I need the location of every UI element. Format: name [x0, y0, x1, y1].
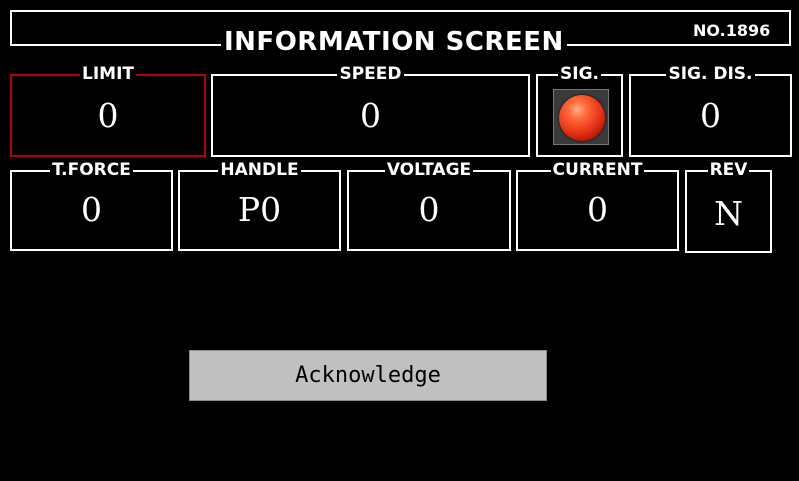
signal-lamp-icon — [559, 95, 605, 141]
signal-label: SIG. — [558, 64, 601, 84]
limit-label: LIMIT — [80, 64, 136, 84]
signal-lamp-frame — [553, 89, 609, 145]
page-title: INFORMATION SCREEN — [221, 28, 567, 56]
acknowledge-button[interactable]: Acknowledge — [189, 350, 547, 401]
screen-number: NO.1896 — [693, 21, 771, 40]
current-label: CURRENT — [550, 160, 645, 180]
signal-distance-label: SIG. DIS. — [666, 64, 755, 84]
handle-panel: HANDLE P0 — [178, 160, 341, 251]
current-panel: CURRENT 0 — [516, 160, 679, 251]
reverser-label: REV — [707, 160, 750, 180]
voltage-value: 0 — [418, 190, 440, 229]
speed-panel: SPEED 0 — [211, 64, 530, 157]
handle-label: HANDLE — [218, 160, 301, 180]
handle-value: P0 — [237, 190, 282, 229]
tractive-force-value: 0 — [81, 190, 102, 229]
limit-panel: LIMIT 0 — [10, 64, 206, 157]
reverser-value: N — [714, 194, 743, 233]
limit-value: 0 — [97, 96, 119, 135]
current-value: 0 — [587, 190, 608, 229]
speed-value: 0 — [360, 96, 381, 135]
signal-distance-value: 0 — [700, 96, 721, 135]
reverser-panel: REV N — [685, 160, 772, 253]
signal-panel: SIG. — [536, 64, 623, 157]
signal-distance-panel: SIG. DIS. 0 — [629, 64, 792, 157]
voltage-panel: VOLTAGE 0 — [347, 160, 511, 251]
tractive-force-label: T.FORCE — [50, 160, 133, 180]
tractive-force-panel: T.FORCE 0 — [10, 160, 173, 251]
speed-label: SPEED — [337, 64, 404, 84]
voltage-label: VOLTAGE — [384, 160, 474, 180]
